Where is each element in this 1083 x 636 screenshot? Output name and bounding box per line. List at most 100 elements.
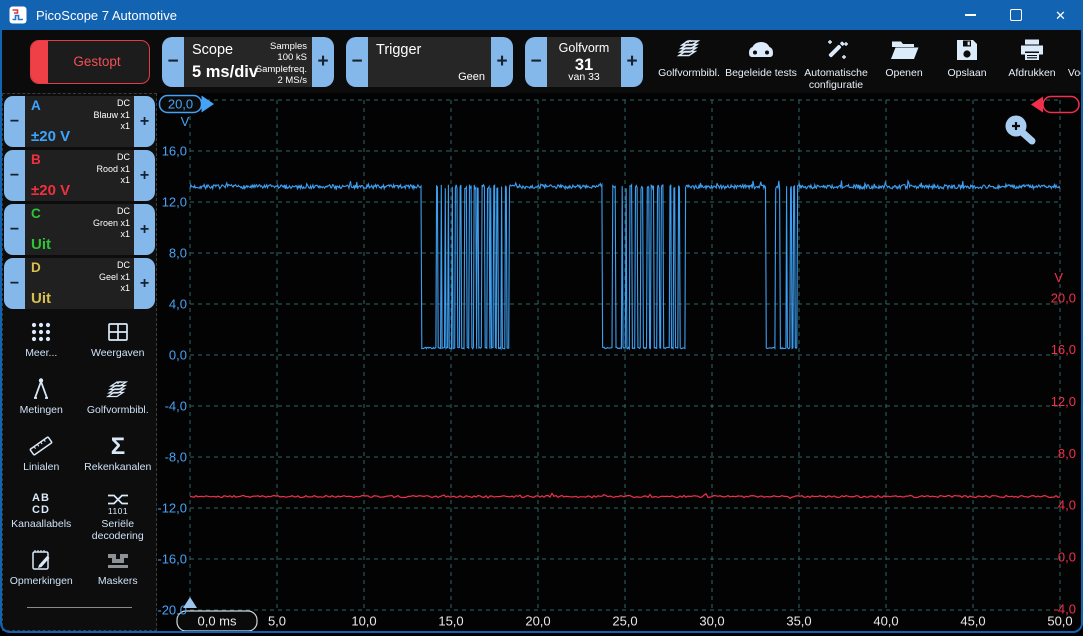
channel-a-coupling: DC [93,98,130,110]
channel-c-increase-button[interactable]: + [134,204,155,255]
print-button[interactable]: Afdrukken [1001,34,1063,79]
channel-a-increase-button[interactable]: + [134,96,155,147]
channel-b-scale: x1 [96,175,130,187]
samples-label: Samples [256,41,307,53]
more-dots-grid-icon [27,316,55,348]
channel-b-decrease-button[interactable]: − [4,150,25,201]
tool-label: Linialen [23,462,59,474]
rulers-icon [27,430,55,462]
waveform-previous-button[interactable]: − [525,37,547,87]
plot-canvas[interactable]: 0,0 ms5,010,015,020,025,030,035,040,045,… [157,93,1081,631]
svg-text:0,0 ms: 0,0 ms [197,614,237,629]
stop-start-button[interactable]: Gestopt [30,40,150,84]
channel-a-probe: Blauw x1 [93,110,130,122]
channel-c-body[interactable]: C Uit DC Groen x1 x1 [25,204,134,255]
channel-labels-abcd-icon: AB CD [27,487,55,519]
svg-text:12,0: 12,0 [162,195,187,210]
close-button[interactable]: ✕ [1038,0,1083,30]
tool-label: Golfvormbibl. [87,405,149,417]
grid-layer [190,100,1060,610]
channel-d-range: Uit [31,290,51,307]
channel-b-body[interactable]: B ±20 V DC Rood x1 x1 [25,150,134,201]
trigger-decrease-button[interactable]: − [346,37,368,87]
channel-d-panel[interactable]: − D Uit DC Geel x1 x1 + [4,258,155,309]
vehicle-data-button[interactable]: Voertuigda [1066,34,1081,79]
action-label: Openen [885,67,922,79]
sidebar-tools: Meer... Weergaven Metingen [3,316,156,601]
channel-d-increase-button[interactable]: + [134,258,155,309]
minimize-button[interactable] [948,0,993,30]
scope-decrease-button[interactable]: − [162,37,184,87]
channel-d-decrease-button[interactable]: − [4,258,25,309]
trigger-increase-button[interactable]: + [491,37,513,87]
measurements-calipers-icon [27,373,55,405]
sidebar-item-measurements[interactable]: Metingen [3,373,80,430]
channel-a-decrease-button[interactable]: − [4,96,25,147]
channel-b-increase-button[interactable]: + [134,150,155,201]
channel-b-coupling: DC [96,152,130,164]
waveform-total-count: van 33 [547,71,621,83]
toolbar-actions: Golfvormbibl. Begeleide tests Automa [656,34,1081,90]
channel-c-panel[interactable]: − C Uit DC Groen x1 x1 + [4,204,155,255]
waveform-nav-group: − Golfvorm 31 van 33 + [525,37,643,87]
maximize-button[interactable] [993,0,1038,30]
channel-b-panel[interactable]: − B ±20 V DC Rood x1 x1 + [4,150,155,201]
channel-b-letter: B [31,152,41,167]
picoscope-logo-icon [9,6,27,24]
sidebar-item-views[interactable]: Weergaven [80,316,157,373]
sidebar-item-more[interactable]: Meer... [3,316,80,373]
open-button[interactable]: Openen [875,34,933,79]
action-label: Automatische configuratie [800,67,872,91]
sidebar-item-rulers[interactable]: Linialen [3,430,80,487]
svg-text:4,0: 4,0 [1058,498,1076,513]
waveform-nav-panel[interactable]: Golfvorm 31 van 33 [547,37,621,87]
waveform-library-icon [104,373,132,405]
channel-d-probe: Geel x1 [99,272,130,284]
open-folder-icon [888,34,920,67]
guided-tests-button[interactable]: Begeleide tests [725,34,797,79]
sidebar-item-masks[interactable]: Maskers [80,544,157,601]
serial-decoding-icon: 1101 [104,487,132,519]
sidebar-item-waveform-library[interactable]: Golfvormbibl. [80,373,157,430]
channel-d-scale: x1 [99,283,130,295]
vehicle-data-clipboard-icon [1080,34,1081,67]
maximize-icon [1010,9,1022,21]
scope-panel[interactable]: Scope 5 ms/div Samples 100 kS Samplefreq… [184,37,312,87]
channel-a-panel[interactable]: − A ±20 V DC Blauw x1 x1 + [4,96,155,147]
auto-setup-button[interactable]: Automatische configuratie [800,34,872,91]
waveform-library-button[interactable]: Golfvormbibl. [656,34,722,79]
sidebar-item-channel-labels[interactable]: AB CD Kanaallabels [3,487,80,544]
channel-sidebar: − A ±20 V DC Blauw x1 x1 + − B ±20 V DC … [2,93,157,631]
action-label: Afdrukken [1008,67,1055,79]
axis-marker-blue[interactable]: 20,0 [160,96,215,113]
scope-increase-button[interactable]: + [312,37,334,87]
sidebar-item-notes[interactable]: Opmerkingen [3,544,80,601]
save-button[interactable]: Opslaan [936,34,998,79]
channel-c-decrease-button[interactable]: − [4,204,25,255]
channel-a-scale: x1 [93,121,130,133]
svg-text:V: V [1054,270,1063,285]
notes-icon [27,544,55,576]
svg-text:-20,0: -20,0 [157,603,187,618]
axis-marker-red[interactable] [1031,97,1079,113]
samples-value: 100 kS [256,52,307,64]
sidebar-item-serial-decoding[interactable]: 1101 Seriële decodering [80,487,157,544]
trigger-panel[interactable]: Trigger Geen [368,37,491,87]
svg-text:20,0: 20,0 [525,614,550,629]
channel-a-body[interactable]: A ±20 V DC Blauw x1 x1 [25,96,134,147]
zoom-tool-icon[interactable] [1006,116,1033,142]
scope-sample-info: Samples 100 kS Samplefreq. 2 MS/s [256,41,307,87]
window-controls: ✕ [948,0,1083,30]
trigger-control-group: − Trigger Geen + [346,37,513,87]
sidebar-item-math-channels[interactable]: Σ Rekenkanalen [80,430,157,487]
title-bar: PicoScope 7 Automotive ✕ [0,0,1083,30]
channel-d-body[interactable]: D Uit DC Geel x1 x1 [25,258,134,309]
channel-b-range: ±20 V [31,182,70,199]
channel-a-range: ±20 V [31,128,70,145]
masks-icon [104,544,132,576]
svg-text:V: V [181,114,190,129]
svg-text:4,0: 4,0 [169,297,187,312]
waveform-next-button[interactable]: + [621,37,643,87]
svg-text:30,0: 30,0 [699,614,724,629]
svg-text:45,0: 45,0 [960,614,985,629]
